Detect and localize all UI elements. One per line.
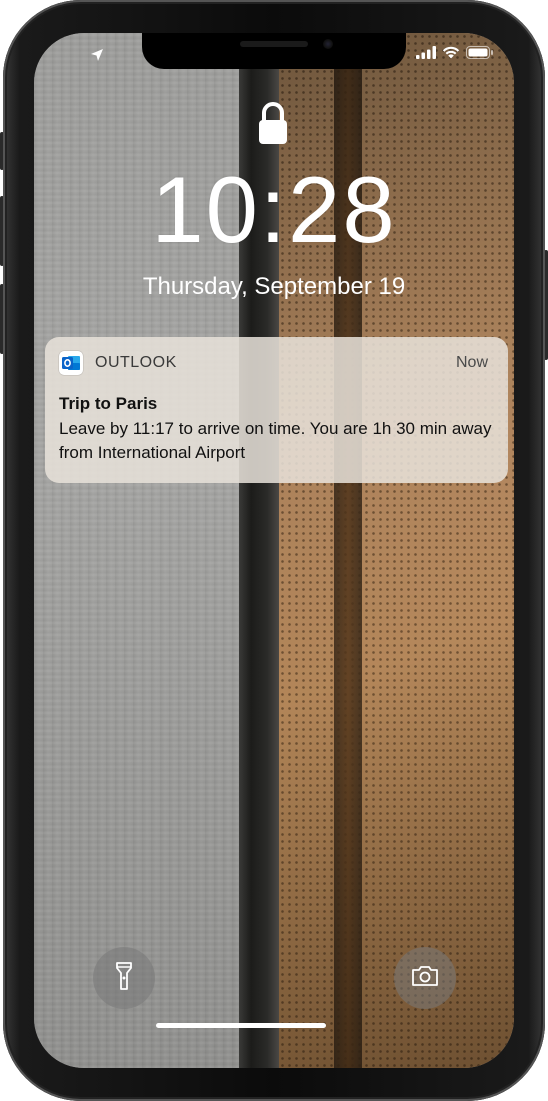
outlook-icon <box>59 351 83 375</box>
phone-device: 10:28 Thursday, September 19 OUTLOOK Now… <box>0 0 548 1101</box>
front-camera <box>323 39 333 49</box>
battery-icon <box>466 46 494 64</box>
clock-time: 10:28 <box>151 157 397 262</box>
camera-icon <box>411 965 439 992</box>
notification-body: Leave by 11:17 to arrive on time. You ar… <box>59 419 492 462</box>
lock-icon <box>258 101 288 150</box>
status-icons <box>416 46 494 64</box>
location-arrow-icon <box>90 48 104 62</box>
notification-app-name: OUTLOOK <box>95 354 177 371</box>
clock-date: Thursday, September 19 <box>142 273 406 300</box>
home-indicator[interactable] <box>156 1023 326 1028</box>
flashlight-icon <box>116 961 132 996</box>
flashlight-button[interactable] <box>93 947 155 1009</box>
notification-header: OUTLOOK Now <box>59 351 494 375</box>
cellular-signal-icon <box>416 46 436 64</box>
camera-button[interactable] <box>394 947 456 1009</box>
lock-screen: 10:28 Thursday, September 19 OUTLOOK Now… <box>34 33 514 1068</box>
notification-timestamp: Now <box>455 354 488 371</box>
notch <box>142 33 406 69</box>
earpiece-speaker <box>240 41 308 47</box>
notification-title: Trip to Paris <box>59 394 158 413</box>
notification-card[interactable]: OUTLOOK Now Trip to Paris Leave by 11:17… <box>45 337 508 483</box>
wifi-icon <box>442 46 460 64</box>
